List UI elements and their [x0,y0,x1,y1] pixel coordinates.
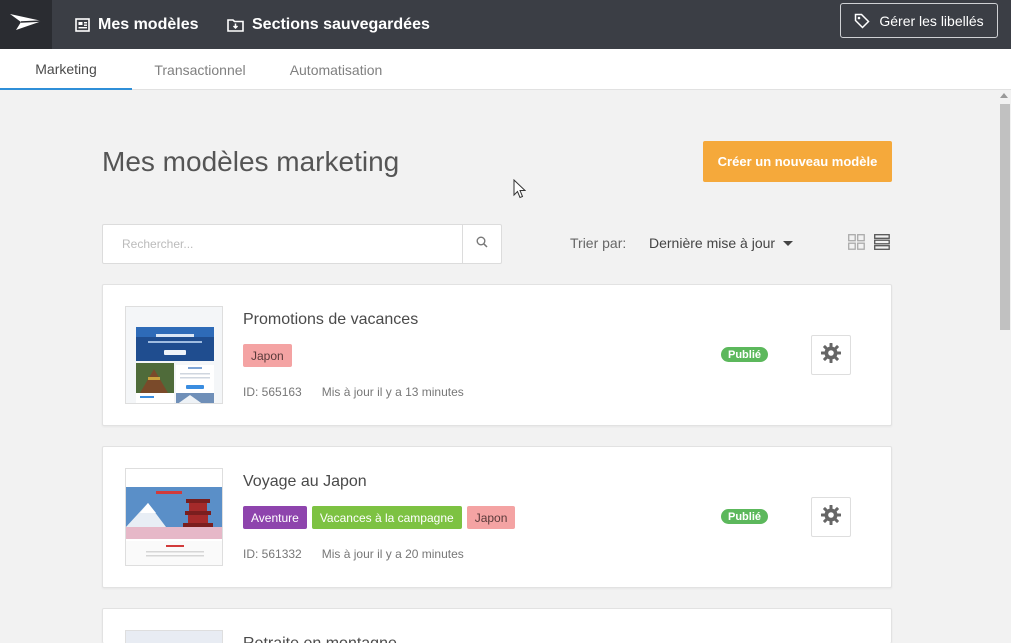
template-thumbnail[interactable] [125,306,223,404]
sort-dropdown[interactable]: Dernière mise à jour [649,235,794,251]
nav-saved-sections[interactable]: Sections sauvegardées [227,0,430,49]
tag-badge[interactable]: Aventure [243,506,307,529]
template-updated: Mis à jour il y a 13 minutes [321,385,464,399]
template-thumbnail[interactable] [125,468,223,566]
template-updated: Mis à jour il y a 20 minutes [321,547,464,561]
tab-transactional[interactable]: Transactionnel [132,49,268,90]
scroll-up-arrow-icon[interactable] [1000,93,1008,98]
template-settings-button[interactable] [811,335,851,375]
grid-view-icon[interactable] [848,234,865,255]
paper-plane-icon [9,12,43,37]
template-thumbnail[interactable] [125,630,223,643]
tag-badge[interactable]: Japon [243,344,292,367]
logo[interactable] [0,0,52,49]
tag-badge[interactable]: Vacances à la campagne [311,506,462,529]
list-view-icon[interactable] [874,234,890,255]
status-badge: Publié [721,347,769,362]
template-meta: ID: 561332 Mis à jour il y a 20 minutes [243,547,464,561]
template-card[interactable]: Voyage au Japon Aventure Vacances à la c… [102,446,892,588]
gear-icon [820,342,842,369]
nav-my-templates-label: Mes modèles [98,15,199,33]
create-template-button[interactable]: Créer un nouveau modèle [703,141,892,182]
scrollbar-thumb[interactable] [1000,104,1010,330]
tag-list: Aventure Vacances à la campagne Japon [243,506,520,529]
template-title[interactable]: Voyage au Japon [243,473,367,491]
top-bar: Mes modèles Sections sauvegardées Gérer … [0,0,1011,49]
templates-icon [75,17,90,32]
template-id: ID: 565163 [243,385,302,399]
gear-icon [820,504,842,531]
template-id: ID: 561332 [243,547,302,561]
manage-labels-label: Gérer les libellés [879,12,984,29]
search-button[interactable] [462,225,501,263]
template-settings-button[interactable] [811,497,851,537]
template-meta: ID: 565163 Mis à jour il y a 13 minutes [243,385,464,399]
tag-icon [854,13,870,29]
search-icon [476,235,488,253]
category-tabs: Marketing Transactionnel Automatisation [0,49,1011,90]
tab-automation[interactable]: Automatisation [268,49,404,90]
mouse-cursor-icon [513,178,527,204]
nav-saved-sections-label: Sections sauvegardées [252,15,430,33]
sort-value: Dernière mise à jour [649,235,776,251]
tag-badge[interactable]: Japon [466,506,516,529]
tag-list: Japon [243,344,297,367]
template-title[interactable]: Promotions de vacances [243,311,418,329]
sort-label: Trier par: [570,235,627,251]
search-input[interactable] [103,225,462,263]
folder-download-icon [227,18,244,32]
page-title: Mes modèles marketing [102,146,400,177]
status-badge: Publié [721,509,769,524]
template-card[interactable]: Promotions de vacances Japon ID: 565163 … [102,284,892,426]
chevron-down-icon [783,240,794,246]
manage-labels-button[interactable]: Gérer les libellés [840,3,998,38]
tab-marketing[interactable]: Marketing [0,49,132,90]
template-card[interactable]: Retraite en montagne [102,608,892,643]
search-box [102,224,502,264]
nav-my-templates[interactable]: Mes modèles [75,0,198,49]
template-title[interactable]: Retraite en montagne [243,635,397,643]
